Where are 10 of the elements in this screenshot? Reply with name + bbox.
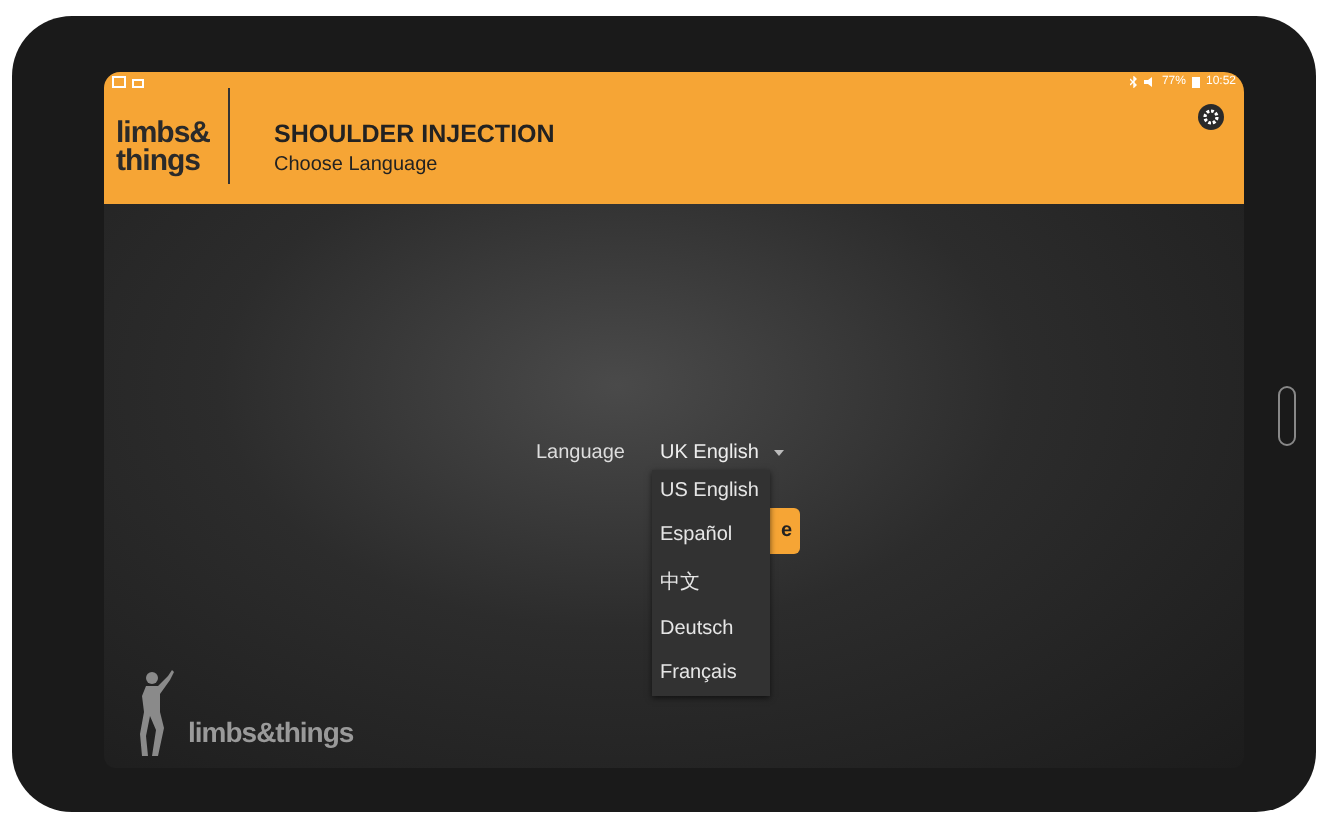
language-option[interactable]: Deutsch [652,608,770,652]
language-dropdown[interactable]: UK English [652,436,793,470]
brand-name: limbs&things [188,716,354,748]
language-option[interactable]: Français [652,652,770,696]
screen-title: SHOULDER INJECTION [274,120,557,148]
language-label: Language [536,442,627,464]
language-option[interactable]: 中文 [652,558,770,608]
language-option[interactable]: US English [652,470,770,514]
logo: limbs& things [116,120,213,176]
screen-subtitle: Choose Language [274,154,440,176]
